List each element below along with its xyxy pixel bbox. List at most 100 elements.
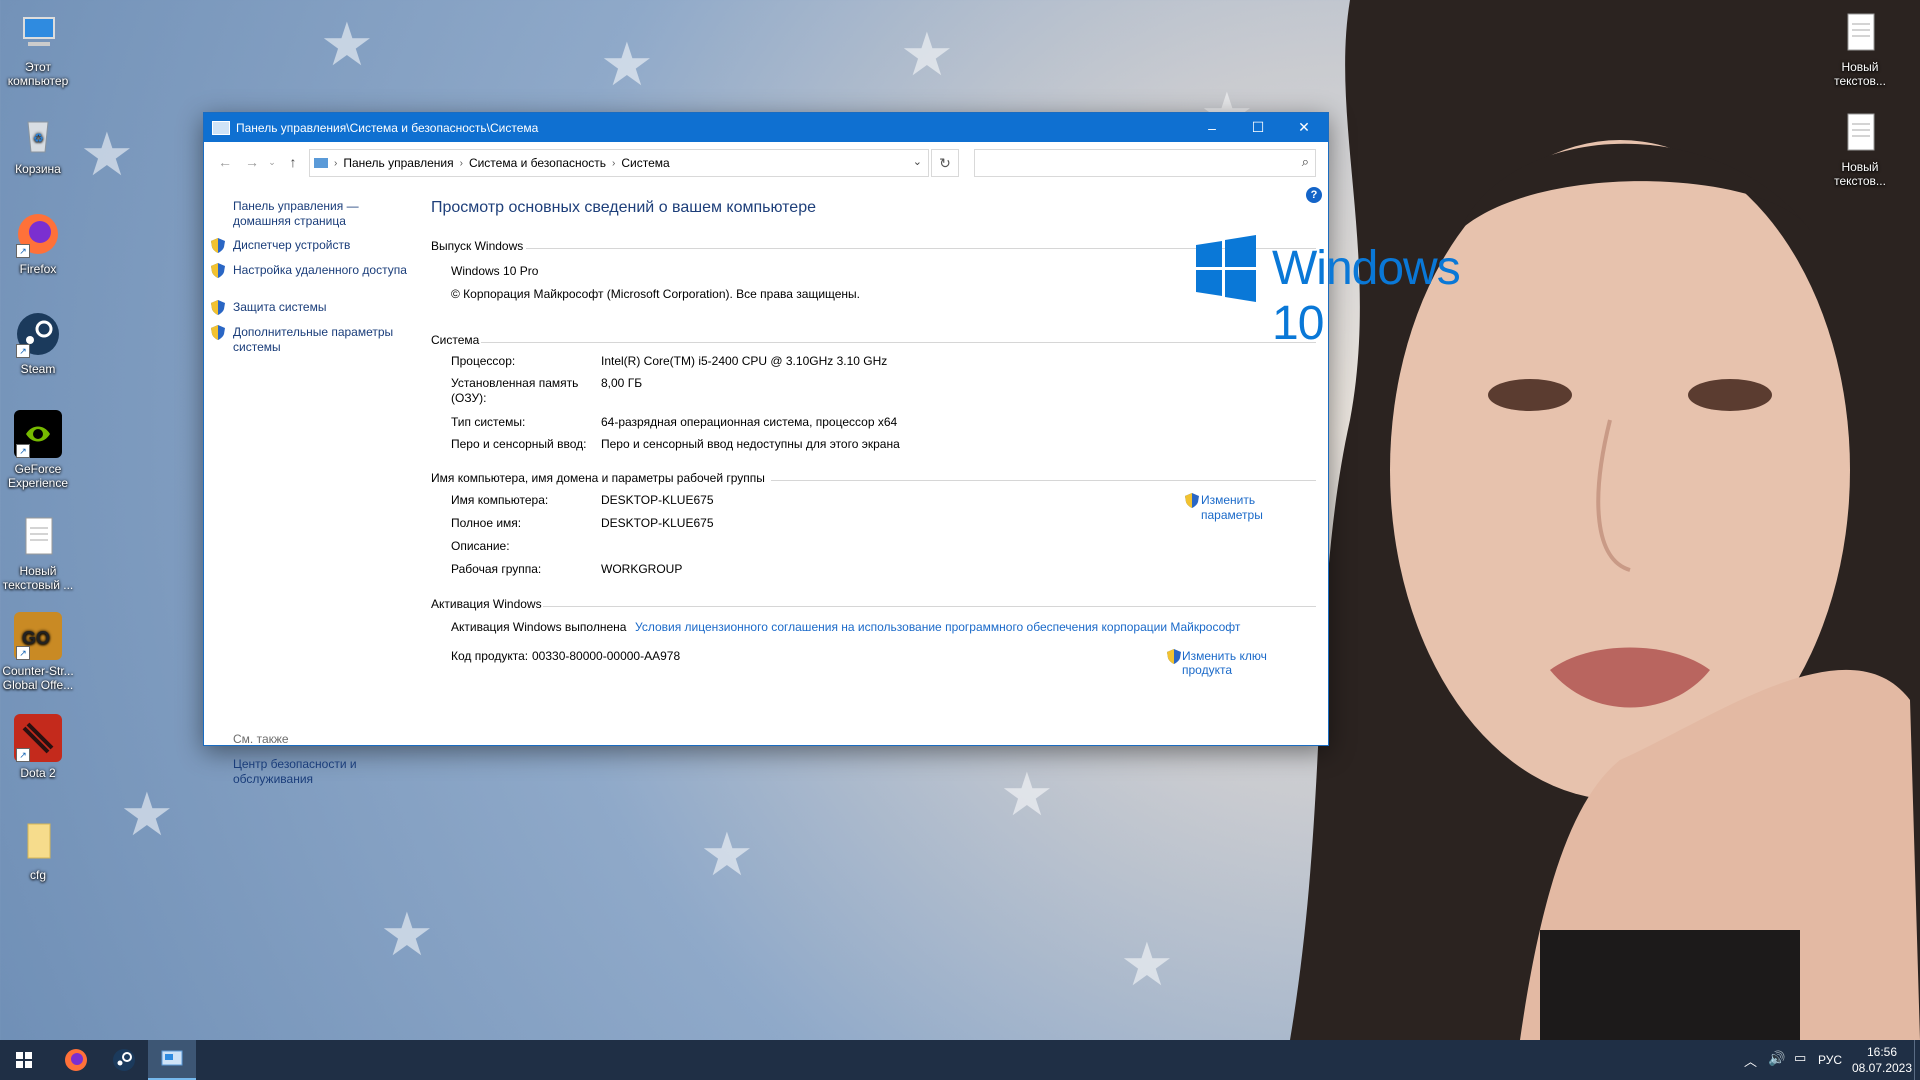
up-arrow-icon[interactable]: ↑ [282,151,304,173]
activation-status: Активация Windows выполнена [451,620,627,634]
recycle-bin-icon: ♻ [14,110,62,158]
start-button[interactable] [0,1040,48,1080]
desktop-icon-dota2[interactable]: ↗ Dota 2 [0,714,76,780]
desktop-icon-text-file[interactable]: Новый текстов... [1822,8,1898,88]
shortcut-arrow-icon: ↗ [16,748,30,762]
computer-icon [14,8,62,56]
desktop-icon-label: Корзина [15,162,61,176]
security-maintenance-link[interactable]: Центр безопасности и обслуживания [233,757,383,787]
system-type-label: Тип системы: [451,415,526,429]
shield-icon [211,300,225,315]
system-protection-link[interactable]: Защита системы [211,300,408,315]
license-terms-link[interactable]: Условия лицензионного соглашения на испо… [635,620,1240,634]
clock[interactable]: 16:56 08.07.2023 [1850,1044,1914,1076]
help-icon[interactable]: ? [1306,187,1322,203]
system-type-value: 64-разрядная операционная система, проце… [601,415,898,429]
desktop-icon-text-file[interactable]: Новый текстовый ... [0,512,76,592]
breadcrumb-separator-icon: › [612,157,616,169]
shortcut-arrow-icon: ↗ [16,344,30,358]
address-dropdown-icon[interactable]: ⌄ [913,155,922,168]
desktop-icon-label: GeForce Experience [7,462,69,490]
windows-logo-text: Windows 10 [1272,242,1461,350]
shortcut-arrow-icon: ↗ [16,244,30,258]
breadcrumb-item[interactable]: Система [621,156,669,170]
memory-value: 8,00 ГБ [601,376,643,390]
desktop-icon-steam[interactable]: ↗ Steam [0,310,76,376]
svg-text:♻: ♻ [33,131,44,145]
breadcrumb-separator-icon: › [334,157,338,169]
desktop-icon-recycle-bin[interactable]: ♻ Корзина [0,110,76,176]
control-panel-icon [161,1050,183,1066]
desktop-icon-firefox[interactable]: ↗ Firefox [0,210,76,276]
tray-chevron-icon[interactable]: ︿ [1744,1051,1757,1070]
desktop-icon-this-pc[interactable]: Этот компьютер [0,8,76,88]
address-bar[interactable]: › Панель управления › Система и безопасн… [309,149,929,177]
network-icon[interactable]: ▭ [1794,1050,1806,1066]
show-desktop-button[interactable] [1914,1040,1920,1080]
computer-name-value: DESKTOP-KLUE675 [601,493,714,507]
pen-touch-value: Перо и сенсорный ввод недоступны для это… [601,437,900,451]
nav-item-label: Дополнительные параметры системы [233,325,394,354]
system-section-title: Система [431,333,480,347]
back-arrow-icon[interactable]: ← [214,151,236,173]
activation-section-title: Активация Windows [431,597,542,611]
advanced-system-settings-link[interactable]: Дополнительные параметры системы [211,325,408,355]
desktop-icon-text-file[interactable]: Новый текстов... [1822,108,1898,188]
taskbar-firefox-button[interactable] [52,1040,100,1080]
shortcut-arrow-icon: ↗ [16,646,30,660]
close-button[interactable]: ✕ [1281,113,1327,142]
dota2-icon: ↗ [14,714,62,762]
language-indicator[interactable]: РУС [1818,1053,1842,1067]
desktop-icon-label: Firefox [19,262,57,276]
wallpaper-star: ★ [320,11,374,78]
maximize-button[interactable]: ☐ [1235,113,1281,142]
desktop-icon-label: cfg [29,868,46,882]
page-title: Просмотр основных сведений о вашем компь… [431,199,816,216]
full-name-label: Полное имя: [451,516,522,530]
volume-icon[interactable]: 🔊 [1768,1050,1785,1067]
breadcrumb-item[interactable]: Панель управления [343,156,453,170]
breadcrumb-item[interactable]: Система и безопасность [469,156,606,170]
shield-icon [211,238,225,253]
change-product-key-label: Изменить ключ продукта [1182,649,1267,677]
section-divider [771,480,1316,481]
remote-settings-link[interactable]: Настройка удаленного доступа [211,263,408,278]
edition-name: Windows 10 Pro [451,264,539,278]
section-divider [481,342,1316,343]
system-window[interactable]: Панель управления\Система и безопасность… [203,112,1461,786]
taskbar-steam-button[interactable] [100,1040,148,1080]
change-settings-link[interactable]: Изменить параметры [1185,493,1291,523]
window-titlebar[interactable]: Панель управления\Система и безопасность… [204,113,1328,142]
minimize-button[interactable]: – [1189,113,1235,142]
taskbar: ︿ 🔊 ▭ РУС 16:56 08.07.2023 [0,1040,1920,1080]
description-label: Описание: [451,539,510,553]
geforce-icon: ↗ [14,410,62,458]
taskbar-control-panel-button[interactable] [148,1040,196,1080]
refresh-button[interactable]: ↻ [931,149,959,177]
svg-text:GO: GO [22,628,50,648]
folder-icon [14,816,62,864]
wallpaper-star: ★ [380,901,434,968]
nav-item-label: Защита системы [233,300,327,314]
device-manager-link[interactable]: Диспетчер устройств [211,238,408,253]
steam-icon [113,1049,135,1071]
computer-section-title: Имя компьютера, имя домена и параметры р… [431,471,765,485]
recent-chevron-icon[interactable]: ⌄ [261,151,283,173]
desktop-icon-csgo[interactable]: GO ↗ Counter-Str... Global Offe... [0,612,76,692]
change-product-key-link[interactable]: Изменить ключ продукта [1167,649,1316,677]
control-panel-home-link[interactable]: Панель управления — домашняя страница [233,199,373,229]
desktop-icon-cfg[interactable]: cfg [0,816,76,882]
product-key-label: Код продукта: [451,649,529,663]
desktop-icon-label: Counter-Str... Global Offe... [2,664,74,692]
desktop-icon-geforce[interactable]: ↗ GeForce Experience [0,410,76,490]
firefox-icon [65,1049,87,1071]
control-panel-icon [314,158,328,168]
forward-arrow-icon[interactable]: → [241,151,263,173]
shield-icon [211,325,225,340]
processor-value: Intel(R) Core(TM) i5-2400 CPU @ 3.10GHz … [601,354,888,368]
processor-label: Процессор: [451,354,516,368]
clock-date: 08.07.2023 [1851,1061,1913,1075]
search-input[interactable]: ⌕ [974,149,1316,177]
windows-10-logo: Windows 10 [1196,235,1516,350]
text-file-icon [1836,108,1884,156]
